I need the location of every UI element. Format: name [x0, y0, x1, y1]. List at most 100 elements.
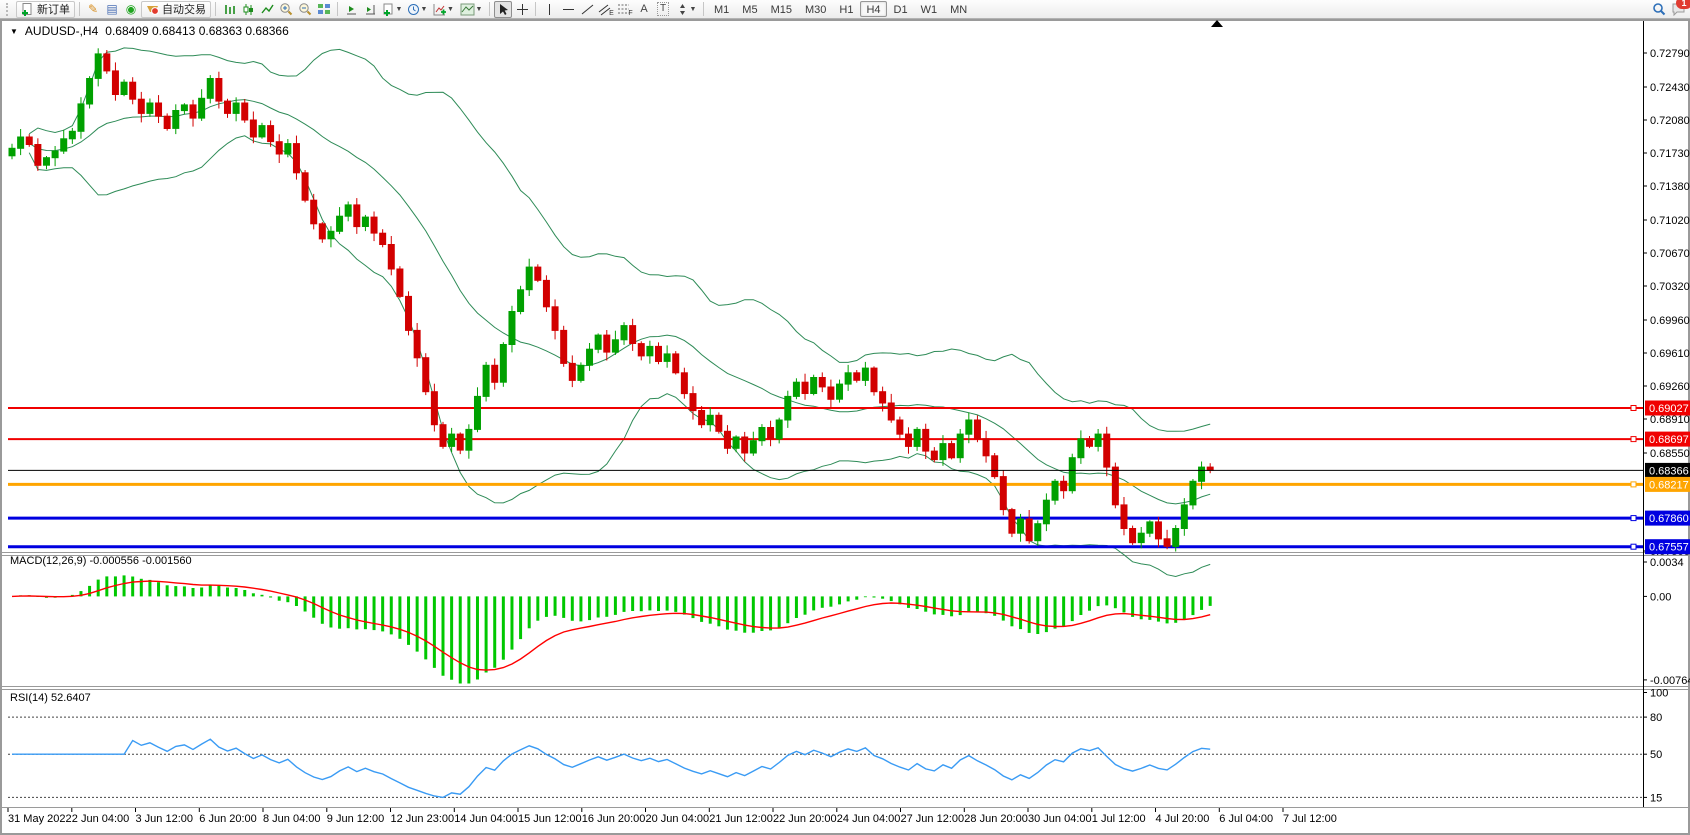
separator [79, 2, 80, 16]
svg-text:0.68910: 0.68910 [1650, 414, 1690, 426]
timeframe-d1[interactable]: D1 [888, 1, 914, 17]
separator [703, 2, 704, 16]
svg-text:0.68550: 0.68550 [1650, 448, 1690, 460]
timeframe-m1[interactable]: M1 [708, 1, 735, 17]
chart-shift-icon[interactable] [361, 1, 379, 18]
svg-text:24 Jun 04:00: 24 Jun 04:00 [837, 813, 901, 825]
autotrading-button[interactable]: 自动交易 [141, 1, 211, 18]
svg-text:0.70670: 0.70670 [1650, 248, 1690, 260]
svg-text:30 Jun 04:00: 30 Jun 04:00 [1028, 813, 1092, 825]
svg-text:0.69260: 0.69260 [1650, 381, 1690, 393]
svg-text:0.72430: 0.72430 [1650, 82, 1690, 94]
toolbar-grip[interactable] [6, 3, 12, 16]
timeframe-w1[interactable]: W1 [915, 1, 944, 17]
bars-chart-icon[interactable] [220, 1, 238, 18]
timeframe-m15[interactable]: M15 [765, 1, 798, 17]
autoscroll-icon[interactable] [342, 1, 360, 18]
rsi-indicator-label: RSI(14) 52.6407 [10, 692, 91, 704]
new-chart-icon[interactable]: ▼ [380, 1, 404, 18]
svg-text:2 Jun 04:00: 2 Jun 04:00 [72, 813, 130, 825]
zoom-out-icon[interactable] [296, 1, 314, 18]
svg-text:8 Jun 04:00: 8 Jun 04:00 [263, 813, 321, 825]
new-order-label: 新订单 [37, 1, 70, 17]
time-axis: 31 May 20222 Jun 04:003 Jun 12:006 Jun 2… [8, 808, 1337, 825]
svg-text:28 Jun 20:00: 28 Jun 20:00 [964, 813, 1028, 825]
main-toolbar: 新订单 ✎ ▤ ◉ 自动交易 ▼ ▼ ▼ ▼ E F A T ▼ M1 M5 M… [0, 0, 1690, 19]
zoom-in-icon[interactable] [277, 1, 295, 18]
timeframe-mn[interactable]: MN [944, 1, 973, 17]
crosshair-icon[interactable] [513, 1, 531, 18]
period-clock-icon[interactable]: ▼ [405, 1, 429, 18]
timeframe-m30[interactable]: M30 [799, 1, 832, 17]
symbol-dropdown-icon[interactable]: ▼ [10, 27, 18, 36]
svg-text:0.67860: 0.67860 [1649, 513, 1689, 525]
trendline-icon[interactable] [578, 1, 596, 18]
chart-title: ▼ AUDUSD-,H4 0.68409 0.68413 0.68363 0.6… [10, 24, 289, 38]
svg-text:3 Jun 12:00: 3 Jun 12:00 [136, 813, 194, 825]
bollinger-bands [29, 48, 1210, 577]
svg-text:-0.007643: -0.007643 [1650, 675, 1690, 687]
svg-text:0.70320: 0.70320 [1650, 281, 1690, 293]
svg-text:0.0034: 0.0034 [1650, 557, 1684, 569]
svg-text:0.69960: 0.69960 [1650, 315, 1690, 327]
svg-text:1 Jul 12:00: 1 Jul 12:00 [1092, 813, 1146, 825]
timeframe-h1[interactable]: H1 [833, 1, 859, 17]
template-icon[interactable]: ▼ [457, 1, 485, 18]
level-lines [8, 406, 1643, 550]
cursor-icon[interactable] [494, 1, 512, 18]
svg-text:0.71020: 0.71020 [1650, 215, 1690, 227]
svg-text:0.00: 0.00 [1650, 591, 1671, 603]
svg-text:6 Jul 04:00: 6 Jul 04:00 [1219, 813, 1273, 825]
autotrading-label: 自动交易 [162, 1, 206, 17]
notification-badge[interactable]: 1 [1676, 0, 1690, 9]
separator [215, 2, 216, 16]
timeframe-m5[interactable]: M5 [736, 1, 763, 17]
signals-icon[interactable]: ◉ [122, 1, 140, 18]
svg-text:0.69027: 0.69027 [1649, 403, 1689, 415]
panel-dividers [2, 21, 1688, 808]
data-window-icon[interactable]: ▤ [103, 1, 121, 18]
pencil-icon[interactable]: ✎ [84, 1, 102, 18]
svg-text:0.67557: 0.67557 [1649, 542, 1689, 554]
svg-text:21 Jun 12:00: 21 Jun 12:00 [709, 813, 773, 825]
svg-text:7 Jul 12:00: 7 Jul 12:00 [1283, 813, 1337, 825]
svg-text:12 Jun 23:00: 12 Jun 23:00 [391, 813, 455, 825]
new-order-icon [21, 3, 34, 16]
fibonacci-icon[interactable]: F [616, 1, 634, 18]
chart-canvas[interactable]: 0.727900.724300.720800.717300.713800.710… [0, 0, 1690, 835]
tile-windows-icon[interactable] [315, 1, 333, 18]
svg-text:15 Jun 12:00: 15 Jun 12:00 [518, 813, 582, 825]
search-icon[interactable] [1650, 1, 1668, 18]
svg-text:0.69610: 0.69610 [1650, 348, 1690, 360]
chart-symbol-period: AUDUSD-,H4 [25, 24, 98, 38]
horizontal-line-icon[interactable] [559, 1, 577, 18]
line-chart-icon[interactable] [258, 1, 276, 18]
scroll-marker [1211, 20, 1223, 27]
svg-text:0.71730: 0.71730 [1650, 148, 1690, 160]
svg-text:0.68217: 0.68217 [1649, 479, 1689, 491]
svg-text:0.68697: 0.68697 [1649, 434, 1689, 446]
candles-chart-icon[interactable] [239, 1, 257, 18]
separator [337, 2, 338, 16]
rsi-panel: 100805015 [8, 688, 1668, 805]
svg-text:16 Jun 20:00: 16 Jun 20:00 [582, 813, 646, 825]
svg-text:14 Jun 04:00: 14 Jun 04:00 [454, 813, 518, 825]
svg-text:0.71380: 0.71380 [1650, 181, 1690, 193]
svg-text:4 Jul 20:00: 4 Jul 20:00 [1156, 813, 1210, 825]
vertical-line-icon[interactable] [540, 1, 558, 18]
svg-text:0.72080: 0.72080 [1650, 115, 1690, 127]
svg-text:9 Jun 12:00: 9 Jun 12:00 [327, 813, 385, 825]
indicators-icon[interactable]: ▼ [430, 1, 456, 18]
autotrading-icon [146, 3, 159, 15]
text-icon[interactable]: A [635, 1, 653, 18]
separator [535, 2, 536, 16]
timeframe-h4[interactable]: H4 [860, 1, 886, 17]
svg-text:22 Jun 20:00: 22 Jun 20:00 [773, 813, 837, 825]
macd-indicator-label: MACD(12,26,9) -0.000556 -0.001560 [10, 555, 192, 567]
arrows-icon[interactable]: ▼ [673, 1, 699, 18]
separator [489, 2, 490, 16]
equidistant-channel-icon[interactable]: E [597, 1, 615, 18]
text-label-icon[interactable]: T [654, 1, 672, 18]
new-order-button[interactable]: 新订单 [16, 1, 75, 18]
svg-text:15: 15 [1650, 792, 1662, 804]
